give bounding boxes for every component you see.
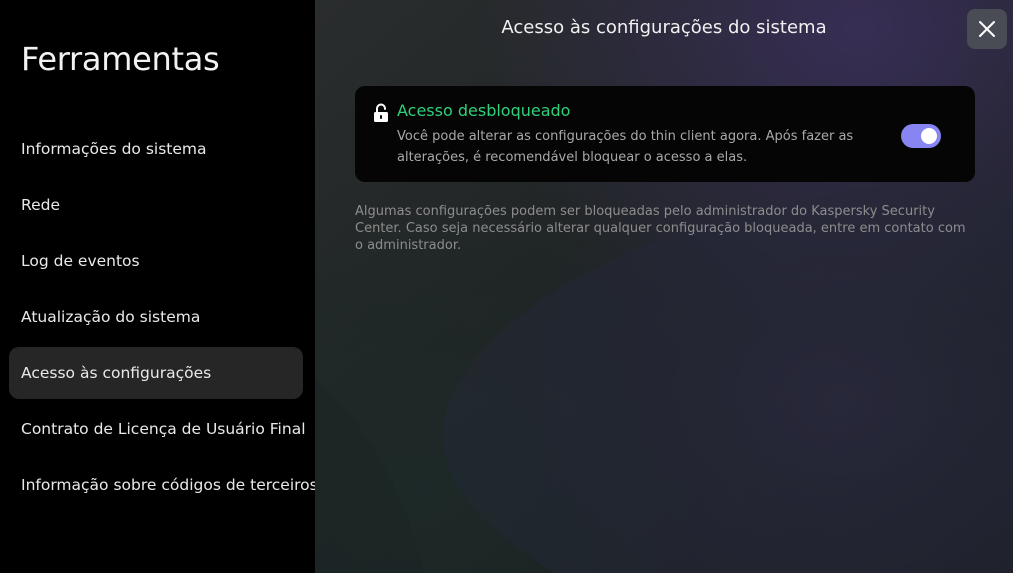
sidebar-nav: Informações do sistema Rede Log de event… <box>9 123 318 515</box>
access-status-title: Acesso desbloqueado <box>397 101 571 120</box>
access-status-description: Você pode alterar as configurações do th… <box>397 129 854 165</box>
sidebar: Ferramentas Informações do sistema Rede … <box>0 0 318 573</box>
sidebar-item-network[interactable]: Rede <box>9 179 303 231</box>
admin-lock-note: Algumas configurações podem ser bloquead… <box>355 204 966 253</box>
close-icon <box>979 21 995 37</box>
sidebar-title: Ferramentas <box>21 40 220 78</box>
access-status-card: Acesso desbloqueado Você pode alterar as… <box>355 86 975 182</box>
access-toggle[interactable] <box>901 124 941 148</box>
sidebar-item-settings-access[interactable]: Acesso às configurações <box>9 347 303 399</box>
sidebar-item-event-log[interactable]: Log de eventos <box>9 235 303 287</box>
main-panel: Acesso às configurações do sistema Acess… <box>315 0 1013 573</box>
sidebar-item-system-update[interactable]: Atualização do sistema <box>9 291 303 343</box>
sidebar-item-third-party-code[interactable]: Informação sobre códigos de terceiros <box>9 459 318 511</box>
app-window: Ferramentas Informações do sistema Rede … <box>0 0 1013 573</box>
page-title: Acesso às configurações do sistema <box>501 17 827 38</box>
toggle-knob <box>921 128 937 144</box>
unlock-icon <box>374 103 388 122</box>
close-button[interactable] <box>967 9 1007 49</box>
sidebar-item-eula[interactable]: Contrato de Licença de Usuário Final <box>9 403 306 455</box>
sidebar-item-system-info[interactable]: Informações do sistema <box>9 123 303 175</box>
